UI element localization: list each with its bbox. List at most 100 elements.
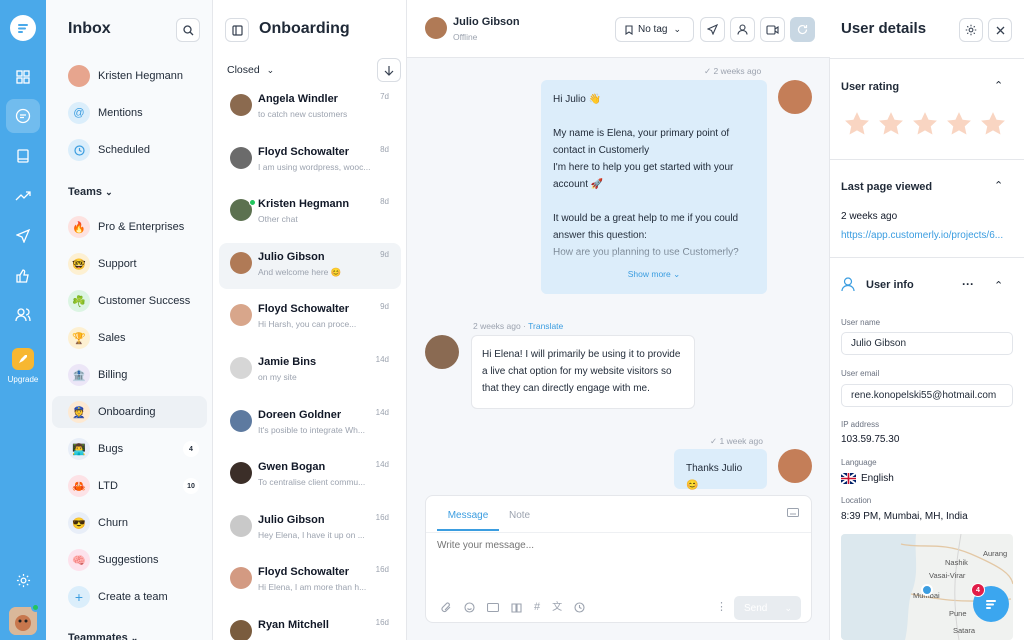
rating-stars[interactable] [844, 111, 1006, 136]
message-input[interactable] [437, 540, 797, 551]
more-horizontal-icon[interactable]: ··· [962, 277, 974, 291]
more-vertical-icon[interactable]: ⋮ [716, 600, 727, 613]
status-filter[interactable]: Closed ⌄ [227, 64, 274, 76]
user-button[interactable] [730, 17, 755, 42]
conversation-item[interactable]: Gwen Bogan To centralise client commu... 1… [219, 453, 401, 499]
chevron-up-icon[interactable]: ⌃ [994, 279, 1003, 292]
inbox-item-mentions[interactable]: @ Mentions [52, 97, 207, 129]
gear-icon[interactable] [6, 563, 40, 597]
conversation-list-panel: Onboarding Closed ⌄ Angela Windler to cat… [213, 0, 407, 640]
create-team-button[interactable]: + Create a team [52, 581, 207, 613]
book-icon[interactable] [6, 139, 40, 173]
team-customer-success[interactable]: ☘️ Customer Success [52, 285, 207, 317]
team-bugs[interactable]: 👨‍💻 Bugs 4 [52, 433, 207, 465]
email-field[interactable]: rene.konopelski55@hotmail.com [841, 384, 1013, 407]
avatar [425, 17, 447, 39]
team-sales[interactable]: 🏆 Sales [52, 322, 207, 354]
star-icon[interactable] [878, 111, 904, 136]
tag-dropdown[interactable]: No tag ⌄ [615, 17, 694, 42]
users-icon[interactable] [6, 298, 40, 332]
tab-message[interactable]: Message [437, 510, 499, 521]
tag-label: No tag [638, 24, 668, 35]
conversation-item[interactable]: Doreen Goldner It's posible to integrate … [219, 401, 401, 447]
section-title: User rating [841, 81, 900, 93]
send-message-button[interactable]: Send ⌄ [734, 596, 801, 620]
message-line: Hi Elena! I will primarily be using it t… [482, 349, 681, 360]
teammates-header[interactable]: Teammates ⌄ [68, 632, 138, 640]
user-message-bubble: Hi Elena! I will primarily be using it t… [471, 335, 695, 409]
conversation-item[interactable]: Kristen Hegmann Other chat 8d [219, 190, 401, 236]
star-icon[interactable] [844, 111, 870, 136]
sidebar-toggle-button[interactable] [225, 18, 249, 42]
reopen-button[interactable] [790, 17, 815, 42]
article-icon[interactable] [511, 602, 522, 613]
team-support[interactable]: 🤓 Support [52, 248, 207, 280]
send-icon[interactable] [6, 219, 40, 253]
username-field[interactable]: Julio Gibson [841, 332, 1013, 355]
gear-icon [965, 24, 977, 36]
map-label: Nashik [945, 558, 968, 567]
online-status [31, 603, 40, 612]
chat-widget-button[interactable]: 4 [971, 583, 1009, 622]
last-page-link[interactable]: https://app.customerly.io/projects/6... [841, 230, 1016, 241]
team-churn[interactable]: 😎 Churn [52, 507, 207, 539]
timestamp-label: 2 weeks ago [713, 66, 762, 76]
map-label: Aurang [983, 549, 1008, 558]
send-label: Send [744, 602, 768, 614]
inbox-item-scheduled[interactable]: Scheduled [52, 134, 207, 166]
keyboard-icon[interactable] [787, 508, 799, 517]
video-call-button[interactable] [760, 17, 785, 42]
hashtag-icon[interactable]: # [534, 602, 540, 613]
conversation-item[interactable]: Julio Gibson Hey Elena, I have it up on .… [219, 506, 401, 552]
star-icon[interactable] [980, 111, 1006, 136]
search-icon [182, 24, 193, 35]
team-billing[interactable]: 🏦 Billing [52, 359, 207, 391]
fire-icon: 🔥 [68, 216, 90, 238]
message-text: Thanks Julio 😊 [686, 463, 743, 491]
chat-icon[interactable] [6, 99, 40, 133]
conversation-name: Doreen Goldner [258, 408, 342, 421]
inbox-item-kristen[interactable]: Kristen Hegmann [52, 60, 207, 92]
emoji-icon[interactable] [464, 602, 475, 613]
conversation-item[interactable]: Floyd Schowalter Hi Elena, I am more than… [219, 558, 401, 604]
close-button[interactable] [988, 18, 1012, 42]
attachment-icon[interactable] [441, 602, 452, 613]
conversation-item[interactable]: Julio Gibson And welcome here 😊 9d [219, 242, 401, 289]
gif-icon[interactable] [487, 602, 499, 613]
chevron-up-icon[interactable]: ⌃ [994, 79, 1003, 92]
home-icon[interactable] [6, 60, 40, 94]
upgrade-button[interactable]: Upgrade [0, 348, 46, 385]
conversation-item[interactable]: Ryan Mitchell 16d [219, 611, 401, 640]
conversation-item[interactable]: Angela Windler to catch new customers 7d [219, 85, 401, 131]
settings-button[interactable] [959, 18, 983, 42]
tab-note[interactable]: Note [509, 510, 530, 521]
team-suggestions[interactable]: 🧠 Suggestions [52, 544, 207, 576]
send-button[interactable] [700, 17, 725, 42]
team-ltd[interactable]: 🦀 LTD 10 [52, 470, 207, 502]
section-title: User info [866, 279, 914, 291]
chevron-up-icon[interactable]: ⌃ [994, 179, 1003, 192]
star-icon[interactable] [912, 111, 938, 136]
translate-icon[interactable]: 文 [552, 602, 562, 613]
conversation-item[interactable]: Floyd Schowalter I am using wordpress, wo… [219, 138, 401, 184]
thumbs-up-icon[interactable] [6, 259, 40, 293]
sort-button[interactable] [377, 58, 401, 82]
team-onboarding[interactable]: 👮 Onboarding [52, 396, 207, 428]
chevron-down-icon: ⌄ [673, 269, 681, 279]
star-icon[interactable] [946, 111, 972, 136]
search-button[interactable] [176, 18, 200, 42]
upgrade-label: Upgrade [7, 375, 39, 384]
conversation-item[interactable]: Jamie Bins on my site 14d [219, 348, 401, 394]
last-page-section: Last page viewed ⌃ 2 weeks ago https://a… [830, 160, 1024, 258]
section-title: Last page viewed [841, 181, 933, 193]
translate-link[interactable]: Translate [528, 321, 563, 331]
bookmark-icon [625, 24, 633, 35]
trend-icon[interactable] [6, 179, 40, 213]
conversation-item[interactable]: Floyd Schowalter Hi Harsh, you can proce.… [219, 295, 401, 341]
show-more-link[interactable]: Show more ⌄ [541, 266, 767, 283]
count-badge: 10 [183, 478, 199, 494]
schedule-icon[interactable] [574, 602, 585, 613]
team-pro-enterprises[interactable]: 🔥 Pro & Enterprises [52, 211, 207, 243]
customerly-logo[interactable] [10, 15, 36, 41]
teams-header[interactable]: Teams ⌄ [68, 186, 113, 198]
